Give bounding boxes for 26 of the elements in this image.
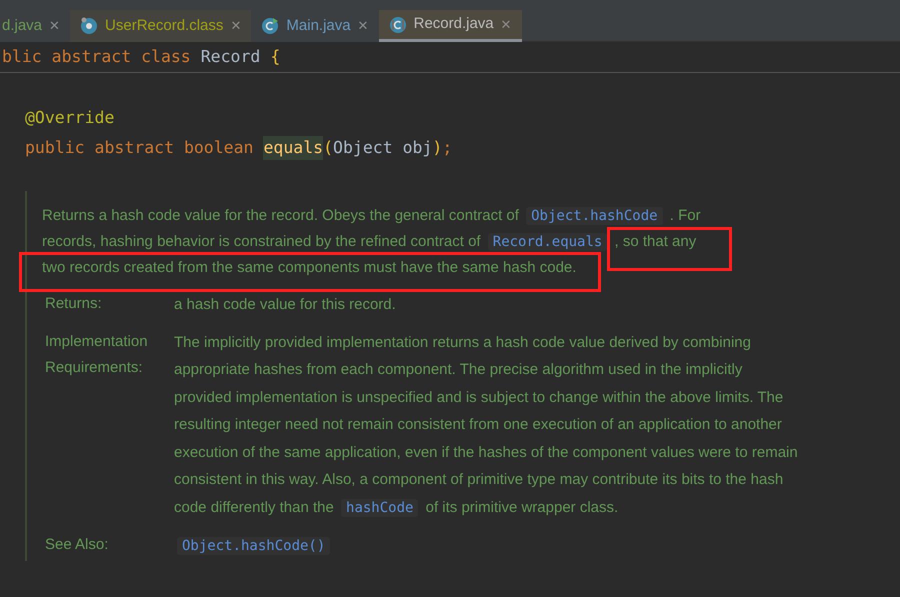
section-text: a hash code value for this record.: [174, 295, 397, 315]
code-text: {: [270, 46, 280, 68]
class-icon: [80, 17, 98, 35]
close-icon[interactable]: ✕: [500, 14, 512, 34]
code-text: blic abstract class: [2, 46, 191, 68]
code-text: Record: [200, 46, 260, 68]
section-label: See Also:: [45, 535, 110, 555]
code-link[interactable]: Object.hashCode(): [177, 537, 330, 555]
class-icon: [261, 17, 280, 35]
code-text: (: [323, 136, 334, 159]
doc-paragraph: Returns a hash code value for the record. Obeys the general contract of Object.hashCode . For records, hashing behavior is constrained by the refined contract of Record.equals , so that any two records created from the same components must have the same hash code.: [42, 206, 702, 278]
code-text: ): [432, 136, 442, 159]
code-text: @Override: [25, 106, 114, 129]
section-label: Implementation Requirements:: [45, 332, 149, 378]
close-icon[interactable]: ✕: [49, 16, 60, 36]
close-icon[interactable]: ✕: [358, 16, 369, 36]
section-text: The implicitly provided implementation returns a hash code value derived by combining appropriate hashes from each component. The precise algorithm used in the implicitly provided implementation is unspecified and is subject to change within the above limits. The resulting integer need not remain consistent from one execution of an application to another execution of the same application, even if the hashes of the component values were to remain consistent in this way. Also, a component of primitive type may contribute its bits to the hash code differently than the hashCode of its primitive wrapper class.: [174, 332, 799, 518]
code-text: Object obj: [333, 136, 432, 159]
code-text: equals: [263, 136, 324, 160]
code-text: public abstract boolean: [25, 136, 254, 159]
editor-tab[interactable]: UserRecord.class ✕: [70, 10, 252, 42]
abstract-class-icon: [388, 16, 407, 34]
close-icon[interactable]: ✕: [230, 16, 242, 36]
code-text: ;: [442, 136, 452, 159]
section-label: Returns:: [45, 294, 103, 314]
editor-tab[interactable]: Record.java ✕: [378, 10, 522, 42]
